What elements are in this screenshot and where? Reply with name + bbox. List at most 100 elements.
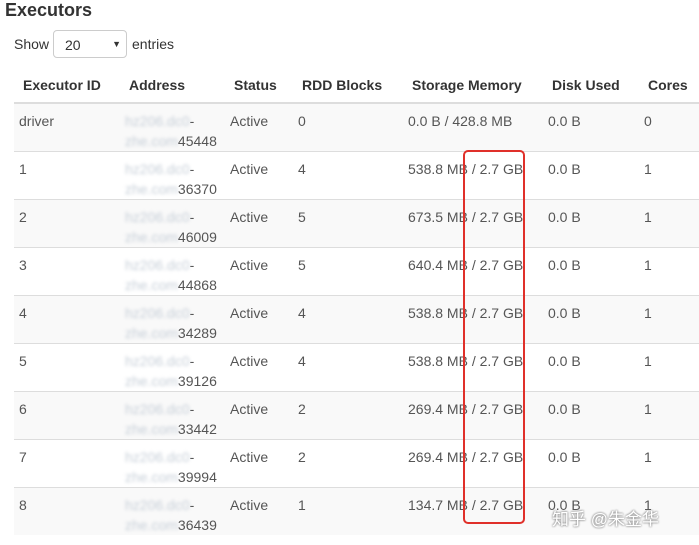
table-row: 7 hz206.dc0- zhe.com39994 Active 2 269.4 MB /… bbox=[14, 439, 699, 488]
address-separator: - bbox=[189, 497, 195, 513]
rdd-blocks-cell: 5 bbox=[293, 247, 403, 296]
cores-cell: 1 bbox=[639, 439, 699, 488]
executor-id-cell: 7 bbox=[14, 439, 120, 488]
address-separator: - bbox=[189, 449, 195, 465]
address-domain-redacted: zhe.com bbox=[125, 181, 178, 197]
address-host-redacted: hz206.dc0 bbox=[125, 209, 190, 225]
column-header[interactable]: RDD Blocks bbox=[293, 68, 403, 104]
address-host-redacted: hz206.dc0 bbox=[125, 353, 190, 369]
address-separator: - bbox=[189, 209, 195, 225]
address-host-redacted: hz206.dc0 bbox=[125, 497, 190, 513]
address-separator: - bbox=[189, 257, 195, 273]
table-header-row: Executor ID Address Status RDD Blocks Storag… bbox=[14, 68, 699, 104]
address-host-redacted: hz206.dc0 bbox=[125, 257, 190, 273]
address-cell: hz206.dc0- zhe.com39126 bbox=[120, 343, 225, 392]
show-label: Show bbox=[14, 36, 50, 52]
rdd-blocks-cell: 2 bbox=[293, 439, 403, 488]
cores-cell: 1 bbox=[639, 295, 699, 344]
entries-select[interactable]: 20 ▼ bbox=[53, 30, 127, 58]
rdd-blocks-cell: 4 bbox=[293, 295, 403, 344]
cores-cell: 1 bbox=[639, 343, 699, 392]
executor-id-cell: 5 bbox=[14, 343, 120, 392]
address-domain-redacted: zhe.com bbox=[125, 229, 178, 245]
status-cell: Active bbox=[225, 199, 293, 248]
address-port: 33442 bbox=[177, 421, 217, 437]
table-row: 3 hz206.dc0- zhe.com44868 Active 5 640.4 MB /… bbox=[14, 247, 699, 296]
executor-id-cell: 1 bbox=[14, 151, 120, 200]
address-cell: hz206.dc0- zhe.com36439 bbox=[120, 487, 225, 535]
rdd-blocks-cell: 0 bbox=[293, 102, 403, 152]
address-separator: - bbox=[189, 113, 195, 129]
chevron-down-icon: ▼ bbox=[112, 39, 121, 49]
watermark: 知乎 @朱金华 bbox=[552, 510, 659, 529]
address-separator: - bbox=[189, 353, 195, 369]
page-title: Executors bbox=[5, 0, 93, 20]
status-cell: Active bbox=[225, 439, 293, 488]
address-port: 45448 bbox=[177, 133, 217, 149]
column-header[interactable]: Cores bbox=[639, 68, 699, 104]
cores-cell: 1 bbox=[639, 247, 699, 296]
address-cell: hz206.dc0- zhe.com36370 bbox=[120, 151, 225, 200]
executor-id-cell: 6 bbox=[14, 391, 120, 440]
address-domain-redacted: zhe.com bbox=[125, 133, 178, 149]
address-domain-redacted: zhe.com bbox=[125, 421, 178, 437]
storage-memory-cell: 0.0 B / 428.8 MB bbox=[403, 102, 543, 152]
cores-cell: 1 bbox=[639, 151, 699, 200]
executor-id-cell: driver bbox=[14, 102, 120, 152]
address-host-redacted: hz206.dc0 bbox=[125, 305, 190, 321]
table-row: 2 hz206.dc0- zhe.com46009 Active 5 673.5 MB /… bbox=[14, 199, 699, 248]
cores-cell: 1 bbox=[639, 199, 699, 248]
table-row: 1 hz206.dc0- zhe.com36370 Active 4 538.8 MB /… bbox=[14, 151, 699, 200]
address-host-redacted: hz206.dc0 bbox=[125, 113, 190, 129]
cores-cell: 1 bbox=[639, 391, 699, 440]
cores-cell: 0 bbox=[639, 102, 699, 152]
executors-table: Executor ID Address Status RDD Blocks Storag… bbox=[14, 68, 699, 535]
address-port: 34289 bbox=[177, 325, 217, 341]
address-cell: hz206.dc0- zhe.com44868 bbox=[120, 247, 225, 296]
disk-used-cell: 0.0 B bbox=[543, 343, 639, 392]
rdd-blocks-cell: 4 bbox=[293, 151, 403, 200]
disk-used-cell: 0.0 B bbox=[543, 102, 639, 152]
storage-memory-highlight-box bbox=[463, 150, 525, 524]
status-cell: Active bbox=[225, 247, 293, 296]
address-host-redacted: hz206.dc0 bbox=[125, 401, 190, 417]
address-cell: hz206.dc0- zhe.com45448 bbox=[120, 102, 225, 152]
executor-id-cell: 4 bbox=[14, 295, 120, 344]
table-row: 5 hz206.dc0- zhe.com39126 Active 4 538.8 MB /… bbox=[14, 343, 699, 392]
column-header[interactable]: Storage Memory bbox=[403, 68, 543, 104]
address-cell: hz206.dc0- zhe.com33442 bbox=[120, 391, 225, 440]
table-row: driver hz206.dc0- zhe.com45448 Active 0 0.0 B… bbox=[14, 102, 699, 152]
column-header[interactable]: Status bbox=[225, 68, 293, 104]
entries-label: entries bbox=[132, 36, 175, 52]
status-cell: Active bbox=[225, 102, 293, 152]
address-host-redacted: hz206.dc0 bbox=[125, 161, 190, 177]
table-row: 6 hz206.dc0- zhe.com33442 Active 2 269.4 MB /… bbox=[14, 391, 699, 440]
address-domain-redacted: zhe.com bbox=[125, 517, 178, 533]
disk-used-cell: 0.0 B bbox=[543, 247, 639, 296]
address-domain-redacted: zhe.com bbox=[125, 277, 178, 293]
rdd-blocks-cell: 4 bbox=[293, 343, 403, 392]
address-domain-redacted: zhe.com bbox=[125, 325, 178, 341]
address-cell: hz206.dc0- zhe.com39994 bbox=[120, 439, 225, 488]
status-cell: Active bbox=[225, 343, 293, 392]
address-port: 46009 bbox=[177, 229, 217, 245]
address-port: 36370 bbox=[177, 181, 217, 197]
executor-id-cell: 2 bbox=[14, 199, 120, 248]
entries-select-value: 20 bbox=[65, 37, 81, 53]
rdd-blocks-cell: 2 bbox=[293, 391, 403, 440]
address-port: 39126 bbox=[177, 373, 217, 389]
disk-used-cell: 0.0 B bbox=[543, 295, 639, 344]
column-header[interactable]: Address bbox=[120, 68, 225, 104]
address-port: 44868 bbox=[177, 277, 217, 293]
address-port: 39994 bbox=[177, 469, 217, 485]
address-port: 36439 bbox=[177, 517, 217, 533]
column-header[interactable]: Executor ID bbox=[14, 68, 120, 104]
status-cell: Active bbox=[225, 391, 293, 440]
column-header[interactable]: Disk Used bbox=[543, 68, 639, 104]
address-cell: hz206.dc0- zhe.com46009 bbox=[120, 199, 225, 248]
address-separator: - bbox=[189, 161, 195, 177]
address-separator: - bbox=[189, 401, 195, 417]
disk-used-cell: 0.0 B bbox=[543, 199, 639, 248]
rdd-blocks-cell: 1 bbox=[293, 487, 403, 535]
disk-used-cell: 0.0 B bbox=[543, 391, 639, 440]
